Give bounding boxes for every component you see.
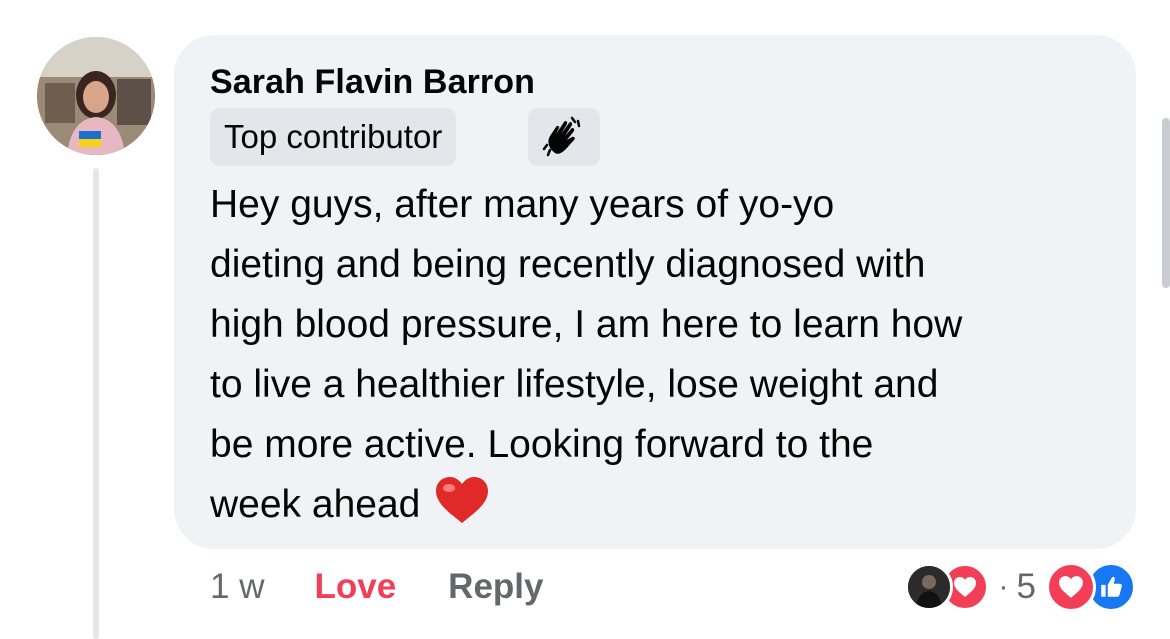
author-name[interactable]: Sarah Flavin Barron <box>210 63 535 102</box>
red-heart-emoji <box>434 475 490 543</box>
comment-text-body: Hey guys, after many years of yo-yo diet… <box>210 183 963 526</box>
reaction-count[interactable]: 5 <box>1017 567 1036 607</box>
love-reaction-icon <box>1046 562 1096 612</box>
comment-bubble: Sarah Flavin Barron Top contributor Hey … <box>174 35 1136 549</box>
comment-timestamp[interactable]: 1 w <box>210 567 264 607</box>
love-button[interactable]: Love <box>314 567 396 607</box>
top-contributor-badge[interactable]: Top contributor <box>210 108 457 166</box>
waving-hand-icon[interactable] <box>528 108 600 166</box>
reaction-separator: · <box>998 570 1009 603</box>
reply-button[interactable]: Reply <box>448 567 543 607</box>
avatar-photo <box>37 37 155 155</box>
reactor-avatar <box>904 563 953 611</box>
comment-text: Hey guys, after many years of yo-yo diet… <box>210 175 1110 543</box>
reactions-summary[interactable]: · 5 <box>904 562 1136 612</box>
scrollbar[interactable] <box>1162 118 1170 288</box>
thread-line <box>93 168 99 639</box>
comment-view: Sarah Flavin Barron Top contributor Hey … <box>0 0 1170 639</box>
author-avatar[interactable] <box>37 37 155 155</box>
comment-actions: 1 w Love Reply <box>210 562 543 612</box>
